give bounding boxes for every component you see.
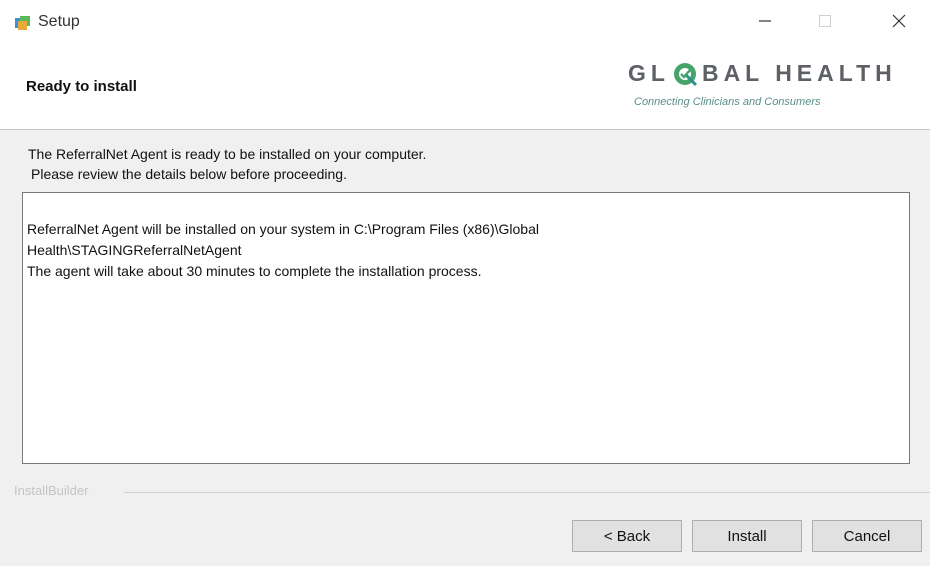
cancel-button[interactable]: Cancel: [812, 520, 922, 552]
maximize-icon: [818, 14, 832, 33]
logo-word-right: BAL HEALTH: [701, 60, 897, 86]
details-line-1: ReferralNet Agent will be installed on y…: [27, 221, 539, 237]
brand-divider: [124, 492, 930, 493]
window-title: Setup: [38, 13, 80, 30]
details-line-3: The agent will take about 30 minutes to …: [27, 263, 482, 279]
logo-wordmark: GL BAL HEALTH: [628, 60, 897, 87]
logo-word-left: GL: [628, 60, 670, 86]
install-button[interactable]: Install: [692, 520, 802, 552]
setup-app-icon: [14, 14, 32, 32]
back-button[interactable]: < Back: [572, 520, 682, 552]
installbuilder-brand: InstallBuilder: [14, 483, 95, 498]
intro-text: The ReferralNet Agent is ready to be ins…: [28, 144, 426, 184]
details-line-2: Health\STAGINGReferralNetAgent: [27, 242, 242, 258]
minimize-icon: [758, 14, 772, 33]
minimize-button[interactable]: [742, 6, 788, 40]
logo-tagline: Connecting Clinicians and Consumers: [634, 96, 821, 108]
global-health-logo: GL BAL HEALTH Connecting Clinicians and …: [628, 60, 924, 120]
maximize-button[interactable]: [802, 6, 848, 40]
page-title: Ready to install: [26, 78, 137, 95]
installation-details-text: ReferralNet Agent will be installed on y…: [27, 219, 897, 282]
logo-mark-icon: [672, 61, 698, 87]
installation-details-box[interactable]: ReferralNet Agent will be installed on y…: [22, 192, 910, 464]
intro-line-2: Please review the details below before p…: [31, 166, 347, 182]
wizard-header: Ready to install GL BAL HEALTH Connectin…: [0, 46, 930, 130]
title-bar[interactable]: Setup: [0, 0, 930, 46]
close-button[interactable]: [876, 6, 922, 40]
close-icon: [891, 13, 907, 34]
installer-brand-row: InstallBuilder: [14, 483, 930, 503]
intro-line-1: The ReferralNet Agent is ready to be ins…: [28, 146, 427, 162]
wizard-body: The ReferralNet Agent is ready to be ins…: [0, 130, 930, 566]
setup-window: Setup Ready to install GL BAL HEALTH Con…: [0, 0, 930, 566]
